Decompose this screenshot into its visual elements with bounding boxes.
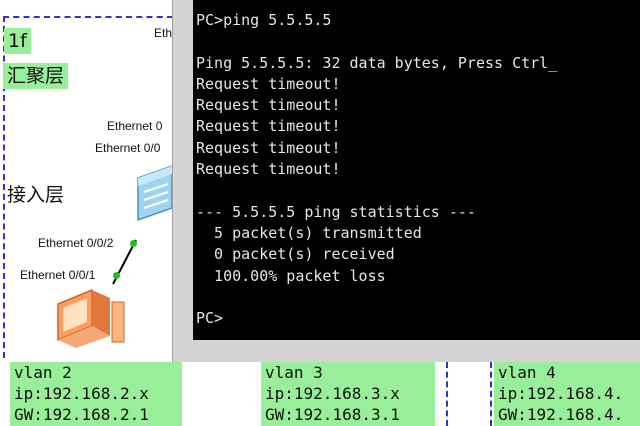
terminal-line: Request timeout! (196, 160, 341, 179)
terminal-line: 0 packet(s) received (196, 245, 395, 264)
vlan-name: vlan 2 (14, 363, 72, 382)
vlan-ip: ip:192.168.3.x (265, 384, 400, 403)
vlan-gateway: GW:192.168.3.1 (265, 405, 400, 424)
access-switch-icon[interactable] (134, 164, 174, 224)
terminal-line: Ping 5.5.5.5: 32 data bytes, Press Ctrl_ (196, 53, 558, 72)
vlan-ip: ip:192.168.2.x (14, 384, 149, 403)
terminal-output[interactable]: PC>ping 5.5.5.5 Ping 5.5.5.5: 32 data by… (193, 0, 640, 340)
vlan-box: vlan 2 ip:192.168.2.x GW:192.168.2.1 (10, 362, 182, 426)
terminal-prompt[interactable]: PC> (196, 308, 640, 329)
terminal-line: --- 5.5.5.5 ping statistics --- (196, 202, 476, 221)
vlan-gateway: GW:192.168.4. (498, 405, 624, 424)
vlan-name: vlan 3 (265, 363, 323, 382)
pc-command-window[interactable]: PC>ping 5.5.5.5 Ping 5.5.5.5: 32 data by… (172, 0, 640, 362)
terminal-line: Request timeout! (196, 74, 341, 93)
port-dot-switch (130, 240, 137, 247)
terminal-line: Request timeout! (196, 138, 341, 157)
terminal-line: Request timeout! (196, 96, 341, 115)
vlan-gateway: GW:192.168.2.1 (14, 405, 149, 424)
terminal-line: 5 packet(s) transmitted (196, 223, 422, 242)
pc-icon[interactable] (52, 284, 128, 350)
vlan-box: vlan 4 ip:192.168.4. GW:192.168.4. (494, 362, 640, 426)
terminal-line: 100.00% packet loss (196, 266, 386, 285)
terminal-line: PC>ping 5.5.5.5 (196, 11, 332, 29)
vlan-name: vlan 4 (498, 363, 556, 382)
port-dot-pc (113, 272, 120, 279)
terminal-line: Request timeout! (196, 117, 341, 136)
vlan-box: vlan 3 ip:192.168.3.x GW:192.168.3.1 (261, 362, 435, 426)
vlan-ip: ip:192.168.4. (498, 384, 624, 403)
